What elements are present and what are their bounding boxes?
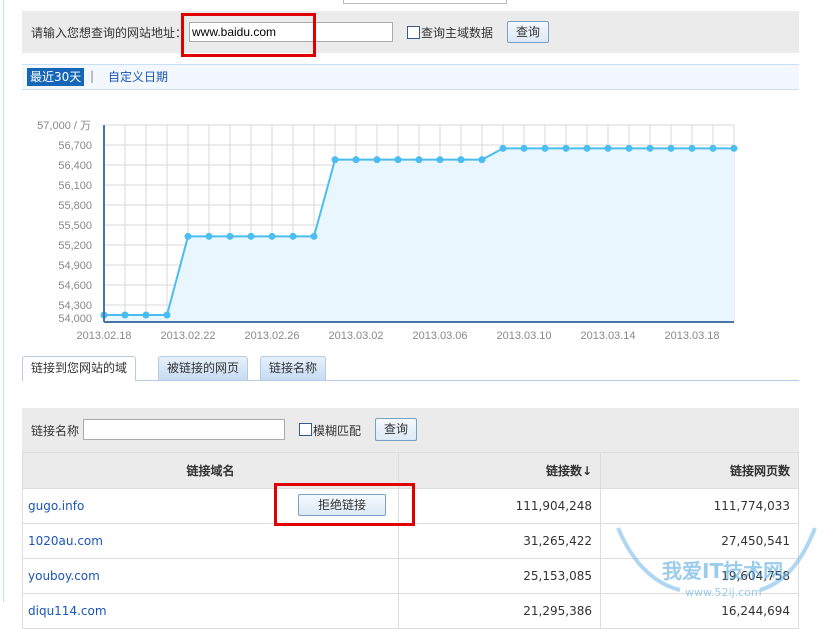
backlink-chart: 54,00054,300 54,600 54,900 55,200 55,500 55,8… [37, 120, 738, 342]
watermark-logo: 我爱IT技术网 www.52ij.com [610, 520, 825, 602]
data-point [604, 144, 612, 152]
data-point [121, 311, 129, 319]
header-link-count[interactable]: 链接数↓ [398, 452, 601, 489]
fuzzy-match-label: 模糊匹配 [313, 424, 362, 438]
data-point [667, 144, 675, 152]
x-tick-label: 2013.03.06 [412, 330, 467, 342]
link-count: 25,153,085 [398, 558, 601, 594]
tab-last-30-days[interactable]: 最近30天 [27, 68, 85, 86]
watermark-url: www.52ij.com [685, 586, 762, 599]
x-tick-label: 2013.02.18 [76, 330, 131, 342]
tab-linking-domains[interactable]: 链接到您网站的域 [22, 356, 137, 381]
data-point [205, 232, 213, 240]
y-tick-label: 54,900 [58, 260, 92, 272]
y-tick-label: 54,600 [58, 280, 92, 292]
x-tick-label: 2013.03.10 [496, 330, 551, 342]
data-point [163, 311, 171, 319]
data-point [289, 232, 297, 240]
separator: | [90, 69, 95, 83]
data-point [688, 144, 696, 152]
highlight-box [274, 483, 415, 526]
filter-bar: 链接名称 模糊匹配 查询 [22, 408, 799, 452]
main-domain-label: 查询主域数据 [421, 26, 494, 40]
domain-link[interactable]: youboy.com [28, 569, 100, 583]
data-point [499, 144, 507, 152]
data-point [730, 144, 738, 152]
x-tick-label: 2013.03.02 [328, 330, 383, 342]
fuzzy-match-checkbox[interactable] [299, 423, 312, 436]
data-point [457, 156, 465, 164]
highlight-box [181, 13, 316, 57]
data-point [436, 156, 444, 164]
link-tabs: 链接到您网站的域 被链接的网页 链接名称 [22, 356, 799, 381]
link-count: 21,295,386 [398, 593, 601, 629]
tab-linked-pages[interactable]: 被链接的网页 [158, 356, 249, 380]
data-point [541, 144, 549, 152]
data-point [478, 156, 486, 164]
watermark-title: 我爱IT技术网 [662, 559, 783, 583]
y-tick-label: 55,500 [58, 220, 92, 232]
data-point [268, 232, 276, 240]
data-point [184, 232, 192, 240]
data-point [646, 144, 654, 152]
link-name-input[interactable] [83, 419, 285, 440]
x-tick-label: 2013.02.26 [244, 330, 299, 342]
link-count: 31,265,422 [398, 523, 601, 559]
y-tick-label: 56,700 [58, 140, 92, 152]
data-point [226, 232, 234, 240]
data-point [310, 232, 318, 240]
link-name-label: 链接名称 [31, 424, 80, 438]
site-url-label: 请输入您想查询的网站地址： [31, 26, 188, 40]
top-input-edge [343, 0, 507, 4]
y-tick-label: 54,000 [58, 313, 92, 325]
tab-link-names[interactable]: 链接名称 [260, 356, 327, 380]
y-tick-label: 56,100 [58, 180, 92, 192]
y-tick-label: 57,000 / 万 [37, 120, 91, 132]
x-tick-label: 2013.03.18 [664, 330, 719, 342]
area-fill [104, 148, 734, 322]
main-domain-checkbox[interactable] [407, 26, 420, 39]
page-count: 111,774,033 [600, 488, 799, 524]
data-point [709, 144, 717, 152]
date-range-bar: 最近30天 | 自定义日期 [22, 64, 799, 90]
data-point [373, 156, 381, 164]
data-point [520, 144, 528, 152]
data-point [562, 144, 570, 152]
domain-link[interactable]: 1020au.com [28, 534, 103, 548]
data-point [142, 311, 150, 319]
y-tick-label: 56,400 [58, 160, 92, 172]
y-tick-label: 55,800 [58, 200, 92, 212]
x-tick-label: 2013.03.14 [580, 330, 635, 342]
data-point [583, 144, 591, 152]
filter-search-button[interactable]: 查询 [375, 418, 417, 441]
link-count: 111,904,248 [398, 488, 601, 524]
data-point [247, 232, 255, 240]
data-point [394, 156, 402, 164]
data-point [331, 156, 339, 164]
search-button[interactable]: 查询 [507, 21, 549, 43]
y-tick-label: 55,200 [58, 240, 92, 252]
tab-custom-date[interactable]: 自定义日期 [108, 68, 168, 86]
data-point [352, 156, 360, 164]
data-point [415, 156, 423, 164]
domain-link[interactable]: diqu114.com [28, 604, 107, 618]
y-tick-label: 54,300 [58, 300, 92, 312]
site-search-bar: 请输入您想查询的网站地址： 查询主域数据 查询 [22, 11, 799, 53]
header-page-count[interactable]: 链接网页数 [600, 452, 799, 489]
domain-link[interactable]: gugo.info [28, 499, 84, 513]
data-point [625, 144, 633, 152]
x-tick-label: 2013.02.22 [160, 330, 215, 342]
